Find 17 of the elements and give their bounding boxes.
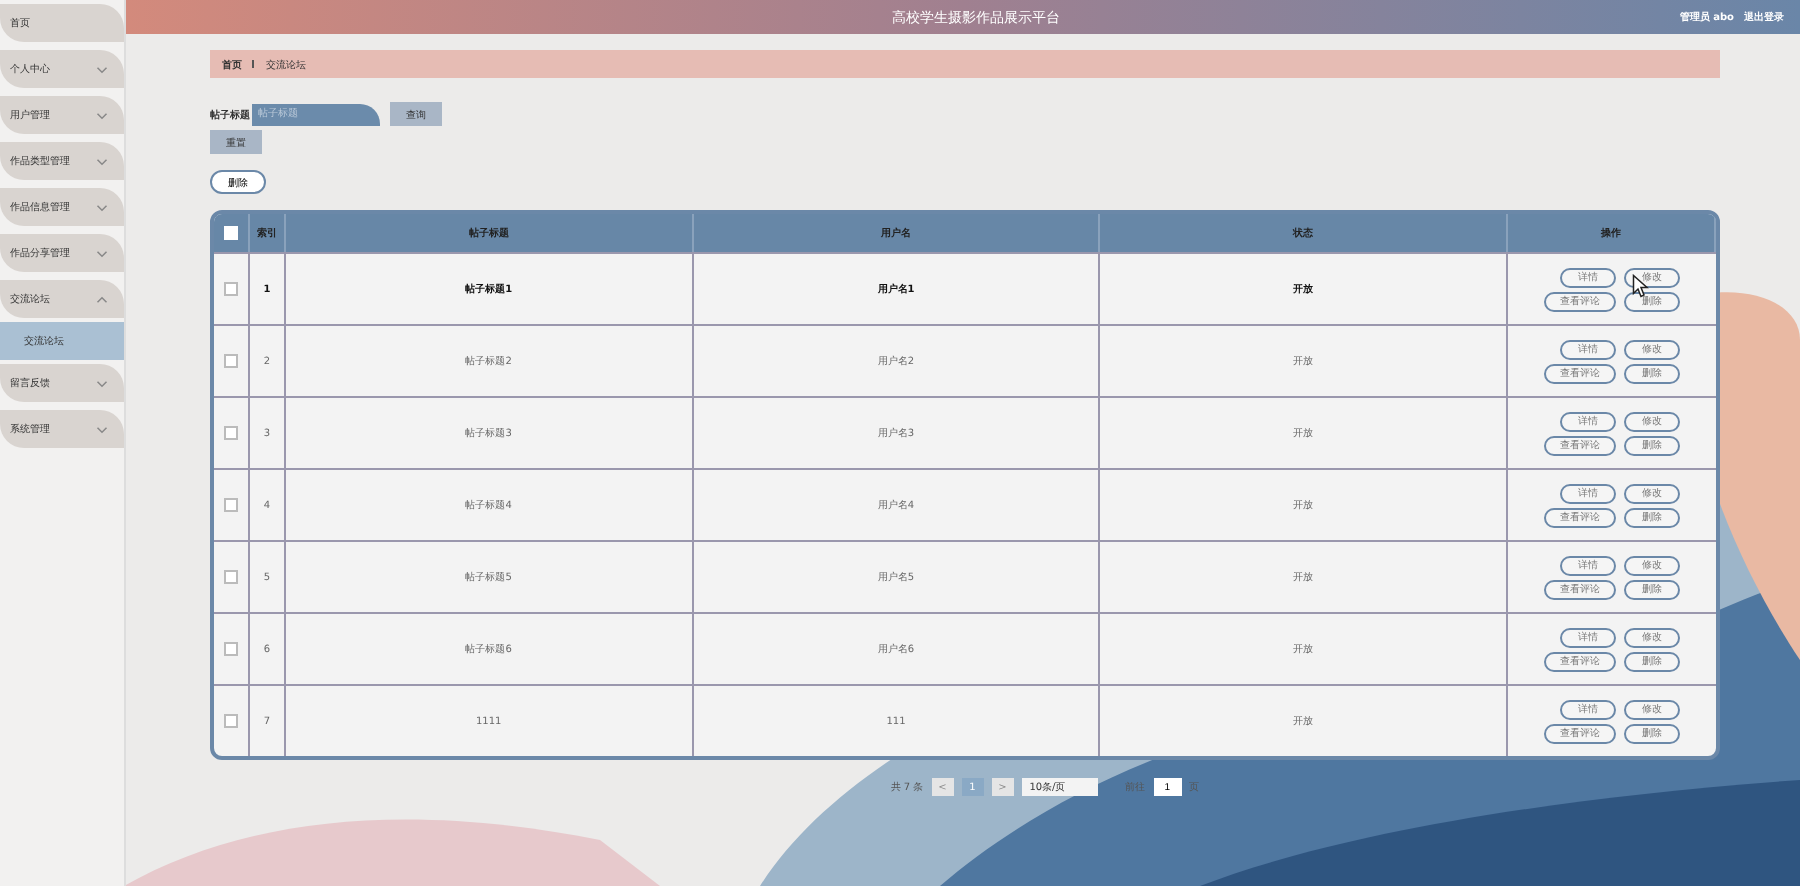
chevron-icon xyxy=(96,295,108,303)
chevron-icon xyxy=(96,249,108,257)
checkbox[interactable] xyxy=(224,354,238,368)
checkbox[interactable] xyxy=(224,498,238,512)
separator-icon xyxy=(252,60,256,68)
chevron-icon xyxy=(96,65,108,73)
checkbox[interactable] xyxy=(224,426,238,440)
chevron-icon xyxy=(96,379,108,387)
checkbox[interactable] xyxy=(224,642,238,656)
checkbox[interactable] xyxy=(224,714,238,728)
chevron-icon xyxy=(96,111,108,119)
chevron-icon xyxy=(96,203,108,211)
cursor-icon xyxy=(1632,274,1651,298)
chevron-icon xyxy=(96,157,108,165)
chevron-icon xyxy=(96,425,108,433)
checkbox[interactable] xyxy=(224,570,238,584)
checkbox[interactable] xyxy=(224,282,238,296)
